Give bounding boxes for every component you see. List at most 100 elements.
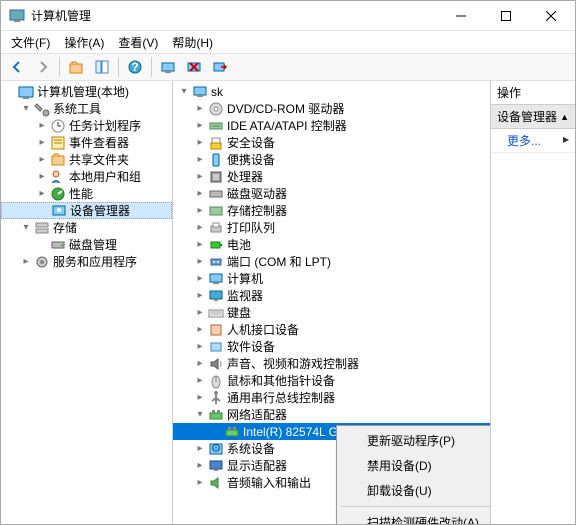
chevron-right-icon[interactable] [35, 170, 49, 184]
tree-item[interactable]: 存储 [1, 219, 172, 236]
actions-more[interactable]: 更多... ▸ [491, 129, 575, 153]
scan-hardware-button[interactable] [156, 55, 180, 79]
back-button[interactable] [5, 55, 29, 79]
menu-view[interactable]: 查看(V) [112, 32, 164, 53]
tree-item[interactable]: 设备管理器 [1, 202, 172, 219]
tree-item[interactable]: 鼠标和其他指针设备 [173, 372, 490, 389]
chevron-right-icon[interactable] [35, 153, 49, 167]
tree-item[interactable]: 计算机管理(本地) [1, 83, 172, 100]
users-icon [50, 169, 66, 185]
tree-item[interactable]: 电池 [173, 236, 490, 253]
chevron-right-icon[interactable] [193, 153, 207, 167]
chevron-right-icon[interactable] [193, 204, 207, 218]
expander-none [36, 204, 50, 218]
tree-item[interactable]: 安全设备 [173, 134, 490, 151]
tree-item[interactable]: 监视器 [173, 287, 490, 304]
ctx-update-driver[interactable]: 更新驱动程序(P) [339, 428, 491, 453]
tree-item[interactable]: 存储控制器 [173, 202, 490, 219]
chevron-down-icon[interactable] [177, 85, 191, 99]
tree-item[interactable]: 通用串行总线控制器 [173, 389, 490, 406]
chevron-right-icon[interactable] [193, 459, 207, 473]
tree-item[interactable]: 磁盘驱动器 [173, 185, 490, 202]
actions-section[interactable]: 设备管理器 ▲ [491, 105, 575, 129]
chevron-right-icon[interactable] [193, 340, 207, 354]
storage-icon [34, 220, 50, 236]
chevron-right-icon[interactable] [193, 119, 207, 133]
disable-button[interactable] [208, 55, 232, 79]
chevron-right-icon[interactable] [193, 221, 207, 235]
tree-item[interactable]: 人机接口设备 [173, 321, 490, 338]
portable-icon [208, 152, 224, 168]
tree-item[interactable]: 打印队列 [173, 219, 490, 236]
tree-item-label: 任务计划程序 [69, 117, 141, 134]
chevron-right-icon[interactable] [193, 442, 207, 456]
menu-help[interactable]: 帮助(H) [166, 32, 219, 53]
tree-item[interactable]: 共享文件夹 [1, 151, 172, 168]
tree-item[interactable]: 任务计划程序 [1, 117, 172, 134]
tree-item-label: 通用串行总线控制器 [227, 389, 335, 406]
ctx-disable[interactable]: 禁用设备(D) [339, 453, 491, 478]
chevron-right-icon[interactable] [193, 238, 207, 252]
ctx-scan-hardware[interactable]: 扫描检测硬件改动(A) [339, 510, 491, 524]
tree-item[interactable]: 磁盘管理 [1, 236, 172, 253]
tree-item[interactable]: 服务和应用程序 [1, 253, 172, 270]
tree-item[interactable]: IDE ATA/ATAPI 控制器 [173, 117, 490, 134]
chevron-right-icon[interactable] [193, 476, 207, 490]
chevron-right-icon[interactable] [193, 255, 207, 269]
chevron-right-icon[interactable] [193, 357, 207, 371]
tree-item[interactable]: 计算机 [173, 270, 490, 287]
tree-item-label: 存储控制器 [227, 202, 287, 219]
chevron-right-icon[interactable] [35, 119, 49, 133]
help-button[interactable]: ? [123, 55, 147, 79]
tree-item[interactable]: 便携设备 [173, 151, 490, 168]
tree-item[interactable]: 系统工具 [1, 100, 172, 117]
device-tree[interactable]: skDVD/CD-ROM 驱动器IDE ATA/ATAPI 控制器安全设备便携设… [173, 81, 491, 524]
chevron-down-icon[interactable] [19, 221, 33, 235]
chevron-right-icon[interactable] [193, 187, 207, 201]
tree-item[interactable]: 键盘 [173, 304, 490, 321]
chevron-right-icon[interactable] [193, 374, 207, 388]
console-tree[interactable]: 计算机管理(本地)系统工具任务计划程序事件查看器共享文件夹本地用户和组性能设备管… [1, 81, 173, 524]
tree-item[interactable]: 本地用户和组 [1, 168, 172, 185]
chevron-down-icon[interactable] [19, 102, 33, 116]
sched-icon [50, 118, 66, 134]
chevron-right-icon[interactable] [35, 136, 49, 150]
menu-file[interactable]: 文件(F) [5, 32, 56, 53]
devmgr-icon [51, 203, 67, 219]
maximize-button[interactable] [483, 2, 528, 30]
tree-item[interactable]: 网络适配器 [173, 406, 490, 423]
show-hide-button[interactable] [90, 55, 114, 79]
tree-item[interactable]: sk [173, 83, 490, 100]
tree-item[interactable]: 性能 [1, 185, 172, 202]
chevron-right-icon[interactable] [19, 255, 33, 269]
window-controls [438, 2, 573, 30]
forward-button[interactable] [31, 55, 55, 79]
chevron-right-icon[interactable] [193, 391, 207, 405]
tree-item[interactable]: 软件设备 [173, 338, 490, 355]
tree-item[interactable]: 声音、视频和游戏控制器 [173, 355, 490, 372]
tree-item[interactable]: 事件查看器 [1, 134, 172, 151]
expander-none [35, 238, 49, 252]
tree-item[interactable]: DVD/CD-ROM 驱动器 [173, 100, 490, 117]
tree-item[interactable]: 处理器 [173, 168, 490, 185]
tree-item-label: 服务和应用程序 [53, 253, 137, 270]
menu-action[interactable]: 操作(A) [58, 32, 110, 53]
chevron-down-icon[interactable] [193, 408, 207, 422]
chevron-right-icon[interactable] [35, 187, 49, 201]
chevron-right-icon[interactable] [193, 306, 207, 320]
tree-item[interactable]: 端口 (COM 和 LPT) [173, 253, 490, 270]
chevron-right-icon[interactable] [193, 102, 207, 116]
close-button[interactable] [528, 2, 573, 30]
uninstall-button[interactable] [182, 55, 206, 79]
ctx-uninstall[interactable]: 卸载设备(U) [339, 478, 491, 503]
triangle-up-icon: ▲ [560, 112, 569, 122]
chevron-right-icon[interactable] [193, 170, 207, 184]
chevron-right-icon[interactable] [193, 289, 207, 303]
monitor-icon [208, 288, 224, 304]
chevron-right-icon[interactable] [193, 323, 207, 337]
up-button[interactable] [64, 55, 88, 79]
chevron-right-icon[interactable] [193, 272, 207, 286]
svg-text:⚙: ⚙ [211, 441, 222, 455]
minimize-button[interactable] [438, 2, 483, 30]
chevron-right-icon[interactable] [193, 136, 207, 150]
